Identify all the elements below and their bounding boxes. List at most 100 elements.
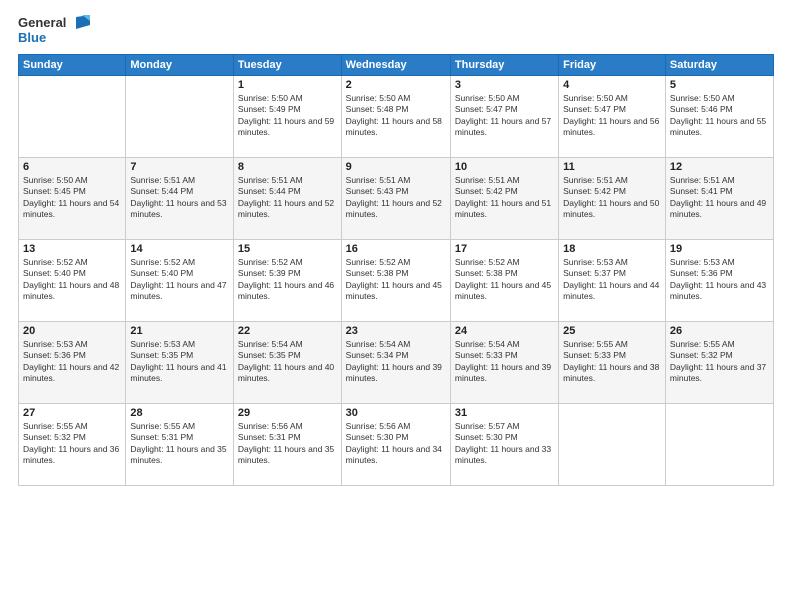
calendar-cell: 28 Sunrise: 5:55 AMSunset: 5:31 PMDayligh… xyxy=(126,403,234,485)
day-info: Sunrise: 5:50 AMSunset: 5:47 PMDaylight:… xyxy=(455,93,554,139)
calendar-cell xyxy=(19,75,126,157)
week-row-5: 27 Sunrise: 5:55 AMSunset: 5:32 PMDayligh… xyxy=(19,403,774,485)
day-info: Sunrise: 5:54 AMSunset: 5:35 PMDaylight:… xyxy=(238,339,337,385)
day-number: 26 xyxy=(670,325,769,337)
calendar-cell: 8 Sunrise: 5:51 AMSunset: 5:44 PMDaylight… xyxy=(233,157,341,239)
calendar-cell: 10 Sunrise: 5:51 AMSunset: 5:42 PMDayligh… xyxy=(450,157,558,239)
day-info: Sunrise: 5:50 AMSunset: 5:46 PMDaylight:… xyxy=(670,93,769,139)
calendar-cell: 15 Sunrise: 5:52 AMSunset: 5:39 PMDayligh… xyxy=(233,239,341,321)
day-number: 13 xyxy=(23,243,121,255)
day-number: 16 xyxy=(346,243,446,255)
calendar-cell: 7 Sunrise: 5:51 AMSunset: 5:44 PMDaylight… xyxy=(126,157,234,239)
day-info: Sunrise: 5:52 AMSunset: 5:39 PMDaylight:… xyxy=(238,257,337,303)
week-row-4: 20Sunrise: 5:53 AMSunset: 5:36 PMDayligh… xyxy=(19,321,774,403)
calendar-cell: 19Sunrise: 5:53 AMSunset: 5:36 PMDayligh… xyxy=(665,239,773,321)
weekday-header-friday: Friday xyxy=(559,54,666,75)
day-info: Sunrise: 5:51 AMSunset: 5:43 PMDaylight:… xyxy=(346,175,446,221)
day-info: Sunrise: 5:53 AMSunset: 5:35 PMDaylight:… xyxy=(130,339,229,385)
day-number: 8 xyxy=(238,161,337,173)
calendar-cell: 1 Sunrise: 5:50 AMSunset: 5:49 PMDaylight… xyxy=(233,75,341,157)
day-info: Sunrise: 5:56 AMSunset: 5:30 PMDaylight:… xyxy=(346,421,446,467)
calendar-cell xyxy=(559,403,666,485)
day-number: 25 xyxy=(563,325,661,337)
day-number: 11 xyxy=(563,161,661,173)
week-row-3: 13 Sunrise: 5:52 AMSunset: 5:40 PMDayligh… xyxy=(19,239,774,321)
day-number: 9 xyxy=(346,161,446,173)
day-info: Sunrise: 5:51 AMSunset: 5:42 PMDaylight:… xyxy=(563,175,661,221)
day-info: Sunrise: 5:51 AMSunset: 5:44 PMDaylight:… xyxy=(130,175,229,221)
day-number: 30 xyxy=(346,407,446,419)
day-info: Sunrise: 5:50 AMSunset: 5:47 PMDaylight:… xyxy=(563,93,661,139)
calendar-cell: 18 Sunrise: 5:53 AMSunset: 5:37 PMDayligh… xyxy=(559,239,666,321)
day-info: Sunrise: 5:52 AMSunset: 5:40 PMDaylight:… xyxy=(130,257,229,303)
day-info: Sunrise: 5:50 AMSunset: 5:48 PMDaylight:… xyxy=(346,93,446,139)
page: General Blue SundayMondayTuesdayWednesda… xyxy=(0,0,792,612)
day-info: Sunrise: 5:55 AMSunset: 5:32 PMDaylight:… xyxy=(23,421,121,467)
day-number: 3 xyxy=(455,79,554,91)
calendar-cell: 20Sunrise: 5:53 AMSunset: 5:36 PMDayligh… xyxy=(19,321,126,403)
day-info: Sunrise: 5:53 AMSunset: 5:37 PMDaylight:… xyxy=(563,257,661,303)
calendar-cell: 23Sunrise: 5:54 AMSunset: 5:34 PMDayligh… xyxy=(341,321,450,403)
day-number: 29 xyxy=(238,407,337,419)
day-info: Sunrise: 5:53 AMSunset: 5:36 PMDaylight:… xyxy=(23,339,121,385)
weekday-header-sunday: Sunday xyxy=(19,54,126,75)
day-info: Sunrise: 5:50 AMSunset: 5:45 PMDaylight:… xyxy=(23,175,121,221)
day-number: 15 xyxy=(238,243,337,255)
calendar-cell: 6 Sunrise: 5:50 AMSunset: 5:45 PMDaylight… xyxy=(19,157,126,239)
calendar-cell: 31 Sunrise: 5:57 AMSunset: 5:30 PMDayligh… xyxy=(450,403,558,485)
day-number: 1 xyxy=(238,79,337,91)
calendar-cell: 9 Sunrise: 5:51 AMSunset: 5:43 PMDaylight… xyxy=(341,157,450,239)
calendar-cell: 27 Sunrise: 5:55 AMSunset: 5:32 PMDayligh… xyxy=(19,403,126,485)
calendar-cell: 17Sunrise: 5:52 AMSunset: 5:38 PMDayligh… xyxy=(450,239,558,321)
calendar-cell: 26 Sunrise: 5:55 AMSunset: 5:32 PMDayligh… xyxy=(665,321,773,403)
calendar-cell: 14 Sunrise: 5:52 AMSunset: 5:40 PMDayligh… xyxy=(126,239,234,321)
weekday-header-row: SundayMondayTuesdayWednesdayThursdayFrid… xyxy=(19,54,774,75)
day-number: 18 xyxy=(563,243,661,255)
weekday-header-monday: Monday xyxy=(126,54,234,75)
calendar-cell: 30 Sunrise: 5:56 AMSunset: 5:30 PMDayligh… xyxy=(341,403,450,485)
day-info: Sunrise: 5:51 AMSunset: 5:44 PMDaylight:… xyxy=(238,175,337,221)
day-number: 4 xyxy=(563,79,661,91)
day-number: 27 xyxy=(23,407,121,419)
day-number: 12 xyxy=(670,161,769,173)
day-number: 14 xyxy=(130,243,229,255)
calendar-cell: 12 Sunrise: 5:51 AMSunset: 5:41 PMDayligh… xyxy=(665,157,773,239)
logo-svg-container: General Blue xyxy=(18,16,90,46)
calendar-cell: 13 Sunrise: 5:52 AMSunset: 5:40 PMDayligh… xyxy=(19,239,126,321)
logo-bird-icon xyxy=(68,15,90,43)
day-info: Sunrise: 5:56 AMSunset: 5:31 PMDaylight:… xyxy=(238,421,337,467)
calendar-cell: 5Sunrise: 5:50 AMSunset: 5:46 PMDaylight… xyxy=(665,75,773,157)
calendar-cell: 25 Sunrise: 5:55 AMSunset: 5:33 PMDayligh… xyxy=(559,321,666,403)
day-info: Sunrise: 5:52 AMSunset: 5:40 PMDaylight:… xyxy=(23,257,121,303)
calendar-cell xyxy=(126,75,234,157)
weekday-header-wednesday: Wednesday xyxy=(341,54,450,75)
day-info: Sunrise: 5:54 AMSunset: 5:33 PMDaylight:… xyxy=(455,339,554,385)
week-row-1: 1 Sunrise: 5:50 AMSunset: 5:49 PMDaylight… xyxy=(19,75,774,157)
day-number: 10 xyxy=(455,161,554,173)
calendar-table: SundayMondayTuesdayWednesdayThursdayFrid… xyxy=(18,54,774,486)
calendar-cell: 24 Sunrise: 5:54 AMSunset: 5:33 PMDayligh… xyxy=(450,321,558,403)
day-number: 31 xyxy=(455,407,554,419)
logo-blue: Blue xyxy=(18,31,66,46)
day-info: Sunrise: 5:55 AMSunset: 5:33 PMDaylight:… xyxy=(563,339,661,385)
week-row-2: 6 Sunrise: 5:50 AMSunset: 5:45 PMDaylight… xyxy=(19,157,774,239)
day-number: 6 xyxy=(23,161,121,173)
day-number: 28 xyxy=(130,407,229,419)
day-number: 22 xyxy=(238,325,337,337)
day-info: Sunrise: 5:55 AMSunset: 5:31 PMDaylight:… xyxy=(130,421,229,467)
day-info: Sunrise: 5:50 AMSunset: 5:49 PMDaylight:… xyxy=(238,93,337,139)
day-info: Sunrise: 5:51 AMSunset: 5:41 PMDaylight:… xyxy=(670,175,769,221)
day-info: Sunrise: 5:57 AMSunset: 5:30 PMDaylight:… xyxy=(455,421,554,467)
day-info: Sunrise: 5:51 AMSunset: 5:42 PMDaylight:… xyxy=(455,175,554,221)
day-number: 19 xyxy=(670,243,769,255)
day-info: Sunrise: 5:54 AMSunset: 5:34 PMDaylight:… xyxy=(346,339,446,385)
logo-text-block: General Blue xyxy=(18,16,66,46)
calendar-cell: 3 Sunrise: 5:50 AMSunset: 5:47 PMDaylight… xyxy=(450,75,558,157)
day-info: Sunrise: 5:55 AMSunset: 5:32 PMDaylight:… xyxy=(670,339,769,385)
weekday-header-saturday: Saturday xyxy=(665,54,773,75)
day-number: 24 xyxy=(455,325,554,337)
day-number: 21 xyxy=(130,325,229,337)
calendar-cell: 21 Sunrise: 5:53 AMSunset: 5:35 PMDayligh… xyxy=(126,321,234,403)
calendar-cell: 2Sunrise: 5:50 AMSunset: 5:48 PMDaylight… xyxy=(341,75,450,157)
day-number: 7 xyxy=(130,161,229,173)
